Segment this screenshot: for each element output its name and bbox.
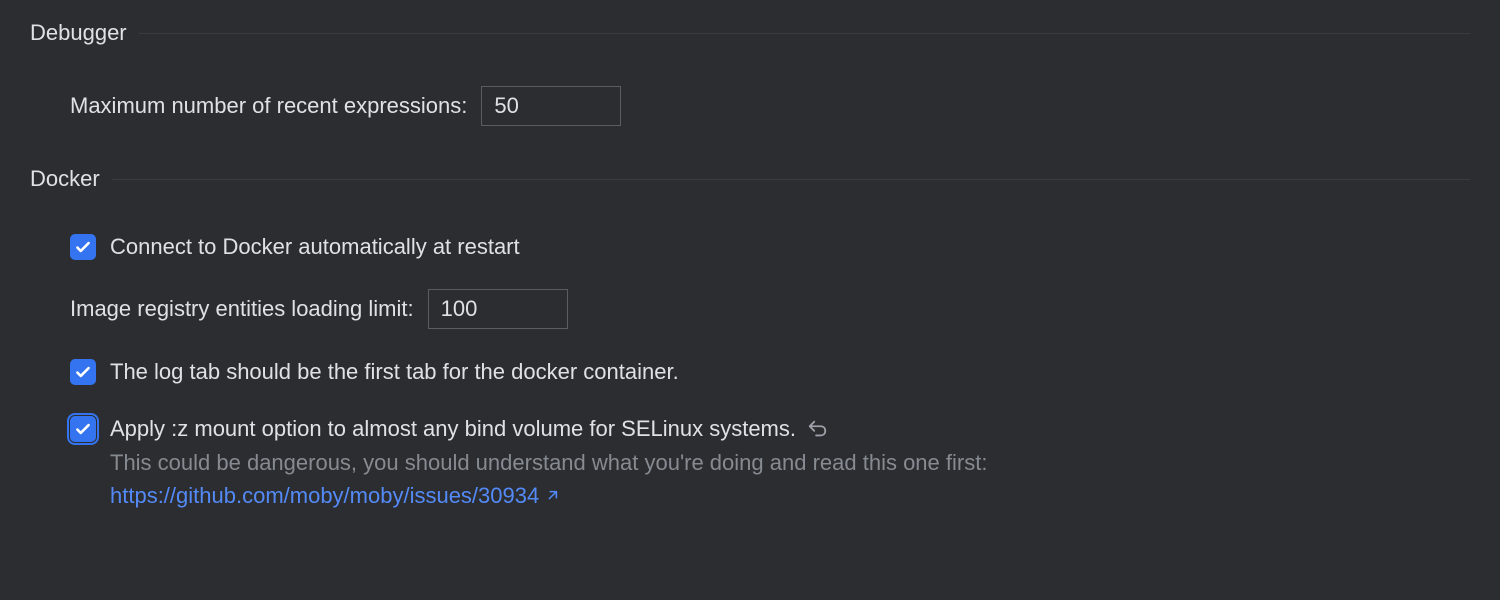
docker-section-title: Docker [30,166,112,192]
z-mount-link-text: https://github.com/moby/moby/issues/3093… [110,479,539,512]
checkmark-icon [74,238,92,256]
debugger-section: Debugger Maximum number of recent expres… [30,20,1470,126]
registry-limit-row: Image registry entities loading limit: [70,289,1470,329]
checkmark-icon [74,420,92,438]
docker-section: Docker Connect to Docker automatically a… [30,166,1470,512]
max-expressions-row: Maximum number of recent expressions: [70,86,1470,126]
z-mount-label-wrap: Apply :z mount option to almost any bind… [110,414,828,445]
auto-connect-checkbox[interactable] [70,234,96,260]
log-tab-first-label: The log tab should be the first tab for … [110,357,679,388]
max-expressions-label: Maximum number of recent expressions: [70,93,467,119]
section-divider [139,33,1470,34]
registry-limit-input[interactable] [428,289,568,329]
z-mount-row: Apply :z mount option to almost any bind… [70,414,1470,445]
reset-icon[interactable] [806,418,828,440]
external-link-icon [545,489,559,503]
log-tab-first-checkbox[interactable] [70,359,96,385]
registry-limit-label: Image registry entities loading limit: [70,296,414,322]
z-mount-link[interactable]: https://github.com/moby/moby/issues/3093… [110,479,559,512]
docker-section-header: Docker [30,166,1470,192]
auto-connect-label: Connect to Docker automatically at resta… [110,232,520,263]
z-mount-checkbox[interactable] [70,416,96,442]
z-mount-helper: This could be dangerous, you should unde… [110,446,1470,512]
auto-connect-row: Connect to Docker automatically at resta… [70,232,1470,263]
z-mount-label: Apply :z mount option to almost any bind… [110,414,796,445]
log-tab-first-row: The log tab should be the first tab for … [70,357,1470,388]
checkmark-icon [74,363,92,381]
z-mount-helper-text: This could be dangerous, you should unde… [110,450,987,475]
section-divider [112,179,1470,180]
debugger-section-header: Debugger [30,20,1470,46]
max-expressions-input[interactable] [481,86,621,126]
debugger-section-title: Debugger [30,20,139,46]
